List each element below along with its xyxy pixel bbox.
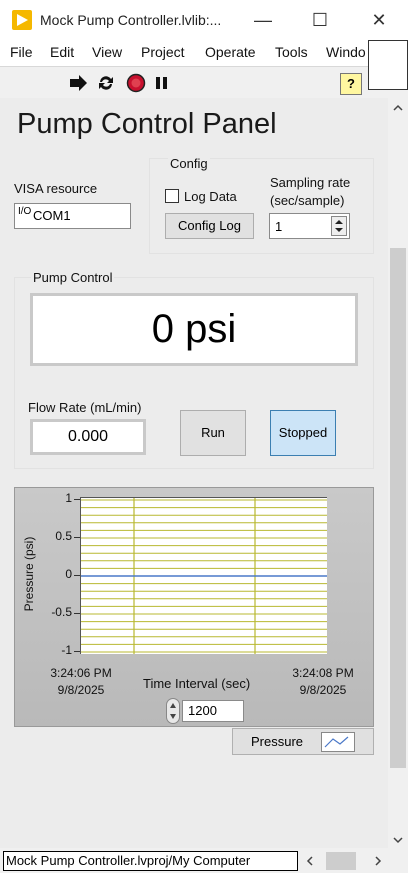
sampling-rate-unit-label: (sec/sample) — [270, 193, 345, 208]
y-tick-label: -1 — [61, 643, 72, 657]
y-tick-mark — [74, 537, 80, 538]
run-arrow-icon[interactable] — [68, 73, 88, 93]
x-end-date: 9/8/2025 — [299, 683, 347, 697]
time-interval-stepper[interactable] — [166, 698, 180, 724]
toolbar: ? — [0, 67, 368, 99]
menu-window[interactable]: Windo — [326, 44, 366, 60]
menu-bar: File Edit View Project Operate Tools Win… — [0, 40, 368, 67]
y-tick-mark — [74, 575, 80, 576]
y-axis-label-wrap: Pressure (psi) — [21, 500, 37, 650]
legend-plot-icon[interactable] — [321, 732, 355, 752]
sampling-rate-stepper[interactable] — [331, 216, 347, 236]
stepper-arrows-icon — [335, 220, 343, 232]
minimize-button[interactable]: — — [248, 8, 278, 32]
close-button[interactable]: ✕ — [364, 8, 394, 32]
abort-icon[interactable] — [126, 73, 146, 93]
window-title: Mock Pump Controller.lvlib:... — [40, 12, 222, 28]
scroll-left-icon[interactable] — [304, 855, 316, 867]
y-tick-label: 0.5 — [55, 529, 72, 543]
visa-resource-field[interactable]: I/O COM1 — [14, 203, 131, 229]
scroll-down-icon[interactable] — [392, 834, 404, 846]
x-start-time: 3:24:06 PM — [50, 666, 112, 680]
menu-tools[interactable]: Tools — [275, 44, 308, 60]
y-tick-label: 1 — [65, 491, 72, 505]
menu-edit[interactable]: Edit — [50, 44, 74, 60]
x-end-time: 3:24:08 PM — [292, 666, 354, 680]
horizontal-scroll-thumb[interactable] — [326, 852, 356, 870]
project-path: Mock Pump Controller.lvproj/My Computer — [3, 851, 298, 871]
legend-series-name: Pressure — [251, 734, 304, 749]
menu-view[interactable]: View — [92, 44, 122, 60]
config-log-button[interactable]: Config Log — [165, 213, 254, 239]
log-data-checkbox[interactable] — [165, 189, 179, 203]
time-interval-input[interactable]: 1200 — [182, 700, 244, 722]
scroll-right-icon[interactable] — [372, 855, 384, 867]
run-continuously-icon[interactable] — [96, 73, 116, 93]
y-tick-mark — [74, 651, 80, 652]
scroll-up-icon[interactable] — [392, 102, 404, 114]
sampling-rate-value: 1 — [275, 219, 283, 234]
page-title: Pump Control Panel — [17, 108, 277, 140]
pump-control-label: Pump Control — [31, 270, 115, 285]
run-button[interactable]: Run — [180, 410, 246, 456]
sampling-rate-input[interactable]: 1 — [269, 213, 350, 239]
maximize-button[interactable]: ☐ — [305, 8, 335, 32]
plot-svg — [81, 498, 327, 654]
flow-rate-display: 0.000 — [30, 419, 146, 455]
y-tick-mark — [74, 499, 80, 500]
y-tick-label: 0 — [65, 567, 72, 581]
visa-resource-value: COM1 — [33, 208, 71, 223]
io-icon: I/O — [18, 206, 32, 217]
plot-area — [80, 497, 327, 654]
sampling-rate-label: Sampling rate — [270, 175, 351, 190]
y-tick-label: -0.5 — [51, 605, 72, 619]
app-icon — [12, 10, 32, 30]
context-help-button[interactable]: ? — [340, 73, 362, 95]
y-tick-mark — [74, 613, 80, 614]
plot-legend: Pressure — [232, 728, 374, 755]
vi-icon-pane — [368, 40, 408, 90]
config-group-label: Config — [168, 156, 210, 171]
pause-icon[interactable] — [152, 73, 172, 93]
vertical-scroll-thumb[interactable] — [390, 248, 406, 768]
log-data-label: Log Data — [184, 189, 237, 204]
x-start-date: 9/8/2025 — [57, 683, 105, 697]
menu-operate[interactable]: Operate — [205, 44, 256, 60]
flow-rate-label: Flow Rate (mL/min) — [28, 400, 142, 415]
visa-resource-label: VISA resource — [14, 181, 98, 196]
pressure-display: 0 psi — [30, 293, 358, 366]
x-axis-label: Time Interval (sec) — [143, 676, 251, 691]
stepper-arrows-icon — [170, 703, 176, 719]
stopped-toggle-button[interactable]: Stopped — [270, 410, 336, 456]
play-arrow-icon — [17, 14, 28, 26]
menu-file[interactable]: File — [10, 44, 33, 60]
menu-project[interactable]: Project — [141, 44, 185, 60]
y-axis-label: Pressure (psi) — [22, 536, 36, 612]
